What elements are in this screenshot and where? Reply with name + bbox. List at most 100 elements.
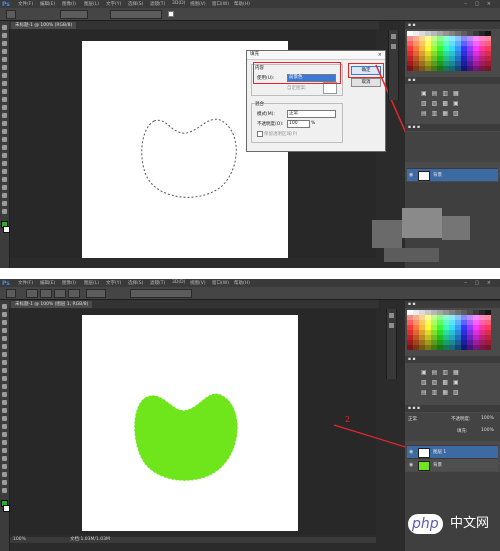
tool-icon[interactable] bbox=[2, 432, 7, 437]
tool-icon[interactable] bbox=[2, 65, 7, 70]
properties-icon[interactable] bbox=[391, 44, 396, 49]
tool-preset-picker[interactable] bbox=[6, 10, 16, 19]
zoom-level[interactable]: 100% bbox=[13, 537, 26, 543]
tool-icon[interactable] bbox=[2, 320, 7, 325]
mode-select[interactable]: 正常 bbox=[287, 110, 336, 118]
tool-icon[interactable] bbox=[2, 161, 7, 166]
tool-icon[interactable] bbox=[2, 121, 7, 126]
eye-icon[interactable]: ◉ bbox=[409, 462, 413, 468]
adjustment-icons-row[interactable]: ▤▥▦▧ bbox=[421, 389, 464, 396]
menu-file[interactable]: 文件(F) bbox=[18, 280, 33, 286]
adjustment-icons-row[interactable]: ▤▥▦▧ bbox=[421, 110, 464, 117]
tool-icon[interactable] bbox=[2, 488, 7, 493]
menu-window[interactable]: 窗口(W) bbox=[212, 280, 229, 286]
menu-image[interactable]: 图像(I) bbox=[62, 1, 76, 7]
tool-icon[interactable] bbox=[2, 400, 7, 405]
tool-icon[interactable] bbox=[2, 169, 7, 174]
tool-icon[interactable] bbox=[2, 129, 7, 134]
menu-select[interactable]: 选择(S) bbox=[128, 1, 143, 7]
tool-icon[interactable] bbox=[2, 464, 7, 469]
adjustment-icons-row[interactable]: ▣▤▥▦ bbox=[421, 90, 464, 97]
menu-edit[interactable]: 编辑(E) bbox=[40, 280, 55, 286]
tool-icon[interactable] bbox=[2, 384, 7, 389]
menu-layer[interactable]: 图层(L) bbox=[84, 280, 99, 286]
background-color-swatch[interactable] bbox=[3, 505, 10, 512]
adjustment-icons-row[interactable]: ▣▤▥▦ bbox=[421, 369, 464, 376]
menu-file[interactable]: 文件(F) bbox=[18, 1, 33, 7]
menu-select[interactable]: 选择(S) bbox=[128, 280, 143, 286]
tool-icon[interactable] bbox=[2, 105, 7, 110]
menu-window[interactable]: 窗口(W) bbox=[212, 1, 229, 7]
menu-view[interactable]: 视图(V) bbox=[190, 280, 206, 286]
tool-icon[interactable] bbox=[2, 344, 7, 349]
option-button[interactable] bbox=[54, 289, 66, 298]
tool-icon[interactable] bbox=[2, 368, 7, 373]
document-canvas[interactable] bbox=[82, 315, 298, 531]
properties-icon[interactable] bbox=[389, 323, 394, 328]
tool-icon[interactable] bbox=[2, 145, 7, 150]
eye-icon[interactable]: ◉ bbox=[409, 449, 413, 455]
tool-icon[interactable] bbox=[2, 376, 7, 381]
document-tab[interactable]: 未标题-1 @ 100% (图层 1, RGB/8) bbox=[11, 301, 93, 308]
tool-icon[interactable] bbox=[2, 137, 7, 142]
menu-type[interactable]: 文字(Y) bbox=[106, 280, 121, 286]
menu-3d[interactable]: 3D(D) bbox=[172, 280, 185, 285]
tool-icon[interactable] bbox=[2, 448, 7, 453]
option-button[interactable] bbox=[26, 289, 38, 298]
preserve-transparency-checkbox[interactable] bbox=[257, 131, 263, 137]
option-button[interactable] bbox=[40, 289, 52, 298]
tool-icon[interactable] bbox=[2, 33, 7, 38]
color-swatch[interactable] bbox=[485, 66, 491, 71]
eye-icon[interactable]: ◉ bbox=[409, 172, 413, 178]
layer-row[interactable]: ◉ 图层 1 bbox=[407, 445, 498, 458]
menu-help[interactable]: 帮助(H) bbox=[234, 280, 250, 286]
tool-icon[interactable] bbox=[2, 304, 7, 309]
tool-icon[interactable] bbox=[2, 456, 7, 461]
tool-icon[interactable] bbox=[2, 209, 7, 214]
blend-mode-select[interactable]: 正常 bbox=[408, 416, 417, 422]
tool-icon[interactable] bbox=[2, 177, 7, 182]
color-swatch[interactable] bbox=[485, 345, 491, 350]
menu-filter[interactable]: 滤镜(T) bbox=[150, 1, 165, 7]
tool-icon[interactable] bbox=[2, 352, 7, 357]
layer-row[interactable]: ◉ 背景 bbox=[407, 168, 498, 181]
tool-icon[interactable] bbox=[2, 49, 7, 54]
tool-icon[interactable] bbox=[2, 201, 7, 206]
tool-icon[interactable] bbox=[2, 89, 7, 94]
tool-option-dropdown[interactable] bbox=[60, 10, 88, 19]
tool-icon[interactable] bbox=[2, 360, 7, 365]
menu-edit[interactable]: 编辑(E) bbox=[40, 1, 55, 7]
tool-icon[interactable] bbox=[2, 81, 7, 86]
tool-option-dropdown[interactable] bbox=[110, 10, 162, 19]
menu-help[interactable]: 帮助(H) bbox=[234, 1, 250, 7]
tool-icon[interactable] bbox=[2, 25, 7, 30]
window-controls[interactable]: – ▢ × bbox=[464, 1, 494, 7]
menu-image[interactable]: 图像(I) bbox=[62, 280, 76, 286]
layer-row[interactable]: ◉ 背景 bbox=[407, 458, 498, 471]
tool-icon[interactable] bbox=[2, 472, 7, 477]
menu-view[interactable]: 视图(V) bbox=[190, 1, 206, 7]
tool-icon[interactable] bbox=[2, 153, 7, 158]
tool-icon[interactable] bbox=[2, 41, 7, 46]
tool-icon[interactable] bbox=[2, 57, 7, 62]
menu-3d[interactable]: 3D(D) bbox=[172, 1, 185, 6]
tool-icon[interactable] bbox=[2, 392, 7, 397]
tool-icon[interactable] bbox=[2, 113, 7, 118]
adjustment-icons-row[interactable]: ▧▨▩▣ bbox=[421, 379, 464, 386]
option-checkbox[interactable] bbox=[168, 11, 174, 17]
tool-icon[interactable] bbox=[2, 336, 7, 341]
tool-icon[interactable] bbox=[2, 328, 7, 333]
document-tab[interactable]: 未标题-1 @ 100% (RGB/8) bbox=[11, 22, 77, 29]
menu-filter[interactable]: 滤镜(T) bbox=[150, 280, 165, 286]
menu-type[interactable]: 文字(Y) bbox=[106, 1, 121, 7]
tool-option-dropdown[interactable] bbox=[86, 289, 106, 298]
tool-icon[interactable] bbox=[2, 416, 7, 421]
tool-icon[interactable] bbox=[2, 185, 7, 190]
history-icon[interactable] bbox=[391, 34, 396, 39]
option-button[interactable] bbox=[68, 289, 80, 298]
tool-icon[interactable] bbox=[2, 193, 7, 198]
opacity-value[interactable]: 100% bbox=[481, 416, 494, 421]
tool-icon[interactable] bbox=[2, 440, 7, 445]
history-icon[interactable] bbox=[389, 313, 394, 318]
tool-icon[interactable] bbox=[2, 312, 7, 317]
